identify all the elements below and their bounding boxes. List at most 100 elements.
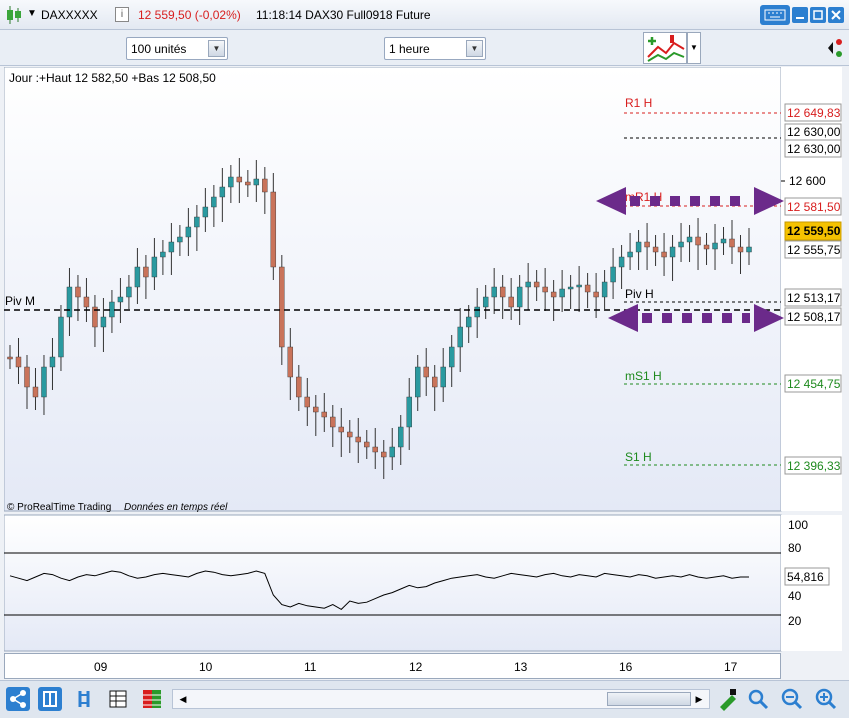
add-indicator-icon bbox=[647, 35, 685, 62]
indicators-dropdown[interactable]: ▼ bbox=[687, 32, 701, 64]
candle-body bbox=[440, 366, 446, 388]
side-panel-toggle-icon[interactable] bbox=[826, 32, 846, 64]
timeframe-select-value: 1 heure bbox=[389, 42, 430, 56]
chevron-down-icon: ▼ bbox=[208, 40, 225, 57]
table-icon[interactable] bbox=[106, 687, 130, 711]
candle-body bbox=[66, 286, 73, 318]
candle-body bbox=[542, 286, 548, 293]
units-select-value: 100 unités bbox=[131, 42, 187, 56]
candle-body bbox=[423, 366, 429, 378]
candle-body bbox=[347, 431, 353, 438]
indicator-axis-label: 80 bbox=[788, 541, 802, 555]
s1h-label: S1 H bbox=[625, 450, 652, 464]
pivh-label: Piv H bbox=[625, 287, 654, 301]
candle-body bbox=[516, 286, 523, 308]
symbol-name[interactable]: DAXXXXX bbox=[41, 8, 98, 22]
app-candles-icon bbox=[7, 6, 21, 24]
price-tag: 12 555,75 bbox=[787, 243, 841, 257]
indicator-axis-label: 20 bbox=[788, 614, 802, 628]
price-tag: 12 649,83 bbox=[787, 106, 841, 120]
close-button[interactable] bbox=[828, 7, 844, 23]
candle-body bbox=[703, 244, 710, 250]
symbol-dropdown-icon[interactable]: ▼ bbox=[27, 8, 37, 19]
candle-body bbox=[355, 436, 361, 443]
x-axis-label: 10 bbox=[199, 660, 213, 674]
candle-body bbox=[712, 242, 718, 250]
candle-body bbox=[432, 376, 438, 388]
minimize-button[interactable] bbox=[792, 7, 808, 23]
price-change: 12 559,50 (-0,02%) bbox=[138, 8, 241, 22]
scroll-thumb[interactable] bbox=[607, 692, 691, 706]
chart-area[interactable]: Piv M R1 H mR1 H Piv H mS1 H S1 H Jour :… bbox=[3, 66, 842, 673]
candle-body bbox=[618, 256, 625, 268]
candle-body bbox=[151, 256, 158, 278]
candle-body bbox=[695, 236, 701, 246]
horizontal-scrollbar[interactable]: ◀ ▶ bbox=[172, 689, 710, 709]
candle-body bbox=[491, 286, 497, 298]
candle-body bbox=[381, 451, 387, 458]
candle-body bbox=[567, 286, 574, 290]
candle-body bbox=[678, 241, 684, 248]
scroll-right-icon[interactable]: ▶ bbox=[691, 691, 707, 707]
info-icon[interactable]: i bbox=[115, 7, 129, 22]
timeframe-select[interactable]: 1 heure ▼ bbox=[384, 37, 486, 60]
share-icon[interactable] bbox=[6, 687, 30, 711]
price-tag: 12 600 bbox=[789, 174, 826, 188]
candle-body bbox=[262, 178, 268, 193]
candle-body bbox=[211, 196, 217, 208]
piv-m-label: Piv M bbox=[5, 294, 35, 308]
price-chart[interactable]: Piv M R1 H mR1 H Piv H mS1 H S1 H Jour :… bbox=[3, 66, 842, 673]
candle-body bbox=[398, 426, 404, 448]
draw-tool-icon[interactable] bbox=[716, 687, 740, 711]
candle-body bbox=[32, 386, 39, 398]
keyboard-icon[interactable] bbox=[760, 5, 790, 25]
candle-body bbox=[559, 288, 565, 298]
candle-body bbox=[737, 246, 744, 253]
zoom-in-icon[interactable] bbox=[814, 687, 838, 711]
x-axis-label: 12 bbox=[409, 660, 423, 674]
candle-body bbox=[194, 216, 200, 228]
x-axis-strip: 09 10 11 12 13 16 17 bbox=[4, 653, 781, 679]
zoom-fit-icon[interactable] bbox=[746, 687, 770, 711]
candle-body bbox=[499, 286, 506, 298]
candle-body bbox=[245, 181, 251, 186]
price-tag: 12 396,33 bbox=[787, 459, 841, 473]
watermark: © ProRealTime Trading bbox=[7, 502, 111, 513]
indicator-axis-label: 40 bbox=[788, 589, 802, 603]
candle-body bbox=[415, 366, 421, 398]
x-axis-label: 11 bbox=[304, 660, 317, 674]
candle-body bbox=[83, 296, 90, 308]
candle-body bbox=[228, 176, 234, 188]
multi-chart-icon[interactable] bbox=[140, 687, 164, 711]
link-icon[interactable] bbox=[72, 687, 96, 711]
units-select[interactable]: 100 unités ▼ bbox=[126, 37, 228, 60]
indicators-button[interactable] bbox=[643, 32, 687, 64]
candle-body bbox=[134, 266, 141, 288]
candle-body bbox=[550, 291, 557, 298]
candle-body bbox=[253, 178, 260, 186]
scroll-left-icon[interactable]: ◀ bbox=[175, 691, 191, 707]
candle-body bbox=[729, 238, 735, 248]
indicator-axis-label: 100 bbox=[788, 518, 808, 532]
candle-body bbox=[304, 396, 310, 408]
candle-body bbox=[449, 346, 455, 368]
candle-body bbox=[126, 286, 132, 298]
candle-body bbox=[364, 441, 370, 448]
x-axis-label: 16 bbox=[619, 660, 633, 674]
candle-body bbox=[652, 246, 659, 253]
candle-body bbox=[746, 246, 752, 253]
price-tag: 12 581,50 bbox=[787, 200, 841, 214]
candle-body bbox=[482, 296, 489, 308]
candle-body bbox=[15, 356, 22, 368]
candle-body bbox=[24, 366, 30, 388]
candle-body bbox=[236, 176, 243, 183]
realtime-note: Données en temps réel bbox=[124, 502, 228, 513]
candle-body bbox=[219, 186, 226, 198]
candle-body bbox=[202, 206, 209, 218]
maximize-button[interactable] bbox=[810, 7, 826, 23]
layout-icon[interactable] bbox=[38, 687, 62, 711]
zoom-out-icon[interactable] bbox=[780, 687, 804, 711]
chart-info-line: Jour :+Haut 12 582,50 +Bas 12 508,50 bbox=[9, 71, 216, 85]
candle-body bbox=[635, 241, 642, 253]
candle-body bbox=[372, 446, 378, 453]
